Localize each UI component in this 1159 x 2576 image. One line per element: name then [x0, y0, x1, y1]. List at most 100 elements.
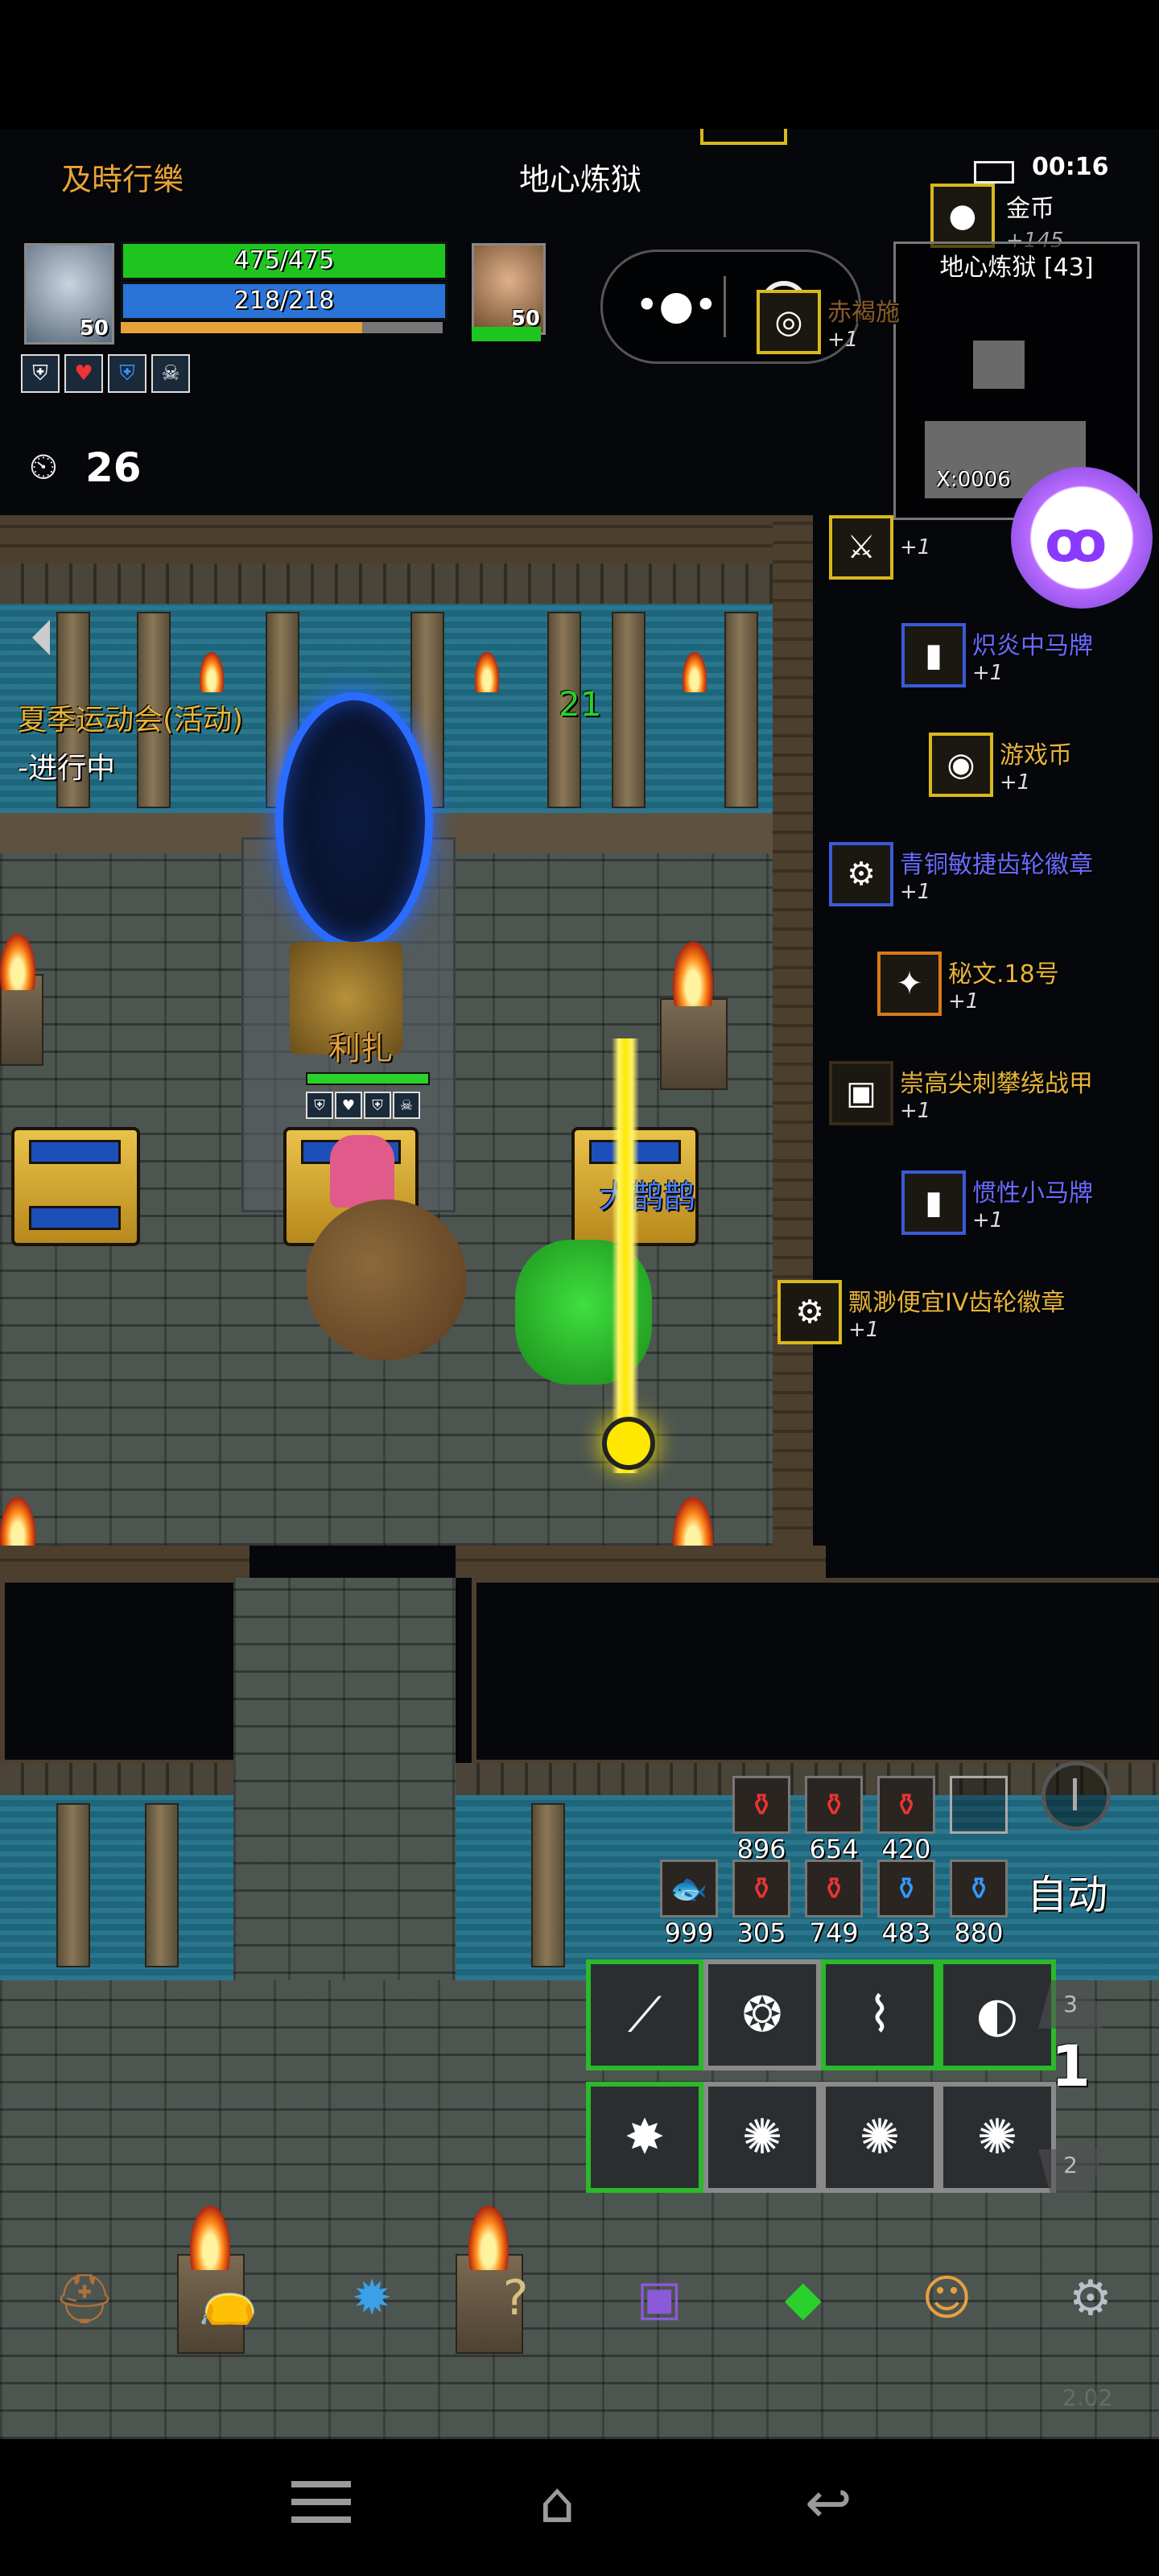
gem-icon[interactable]: ◆ — [767, 2262, 839, 2334]
light-beam — [612, 1038, 639, 1473]
aura-skill-icon[interactable]: ✺ — [821, 2082, 938, 2193]
empty-slot — [950, 1776, 1008, 1834]
loot-name: 崇高尖刺攀绕战甲 — [900, 1070, 1093, 1098]
torch-flame — [468, 2206, 509, 2270]
treasure-chest[interactable] — [11, 1127, 140, 1246]
back-icon[interactable]: ↩ — [805, 2470, 852, 2536]
floating-assistant-icon[interactable]: ꝏ — [1011, 467, 1153, 609]
aura-skill-icon[interactable]: ✺ — [703, 2082, 821, 2193]
skill-tree-icon[interactable]: ✹ — [336, 2262, 408, 2334]
aura-skill-icon[interactable]: ✺ — [938, 2082, 1056, 2193]
quest-icon[interactable]: ? — [480, 2262, 552, 2334]
gear-badge-icon: ⚙ — [829, 842, 893, 906]
auto-toggle[interactable]: 自动 — [1027, 1863, 1107, 1921]
orb-skill-icon[interactable]: ◐ — [938, 1959, 1056, 2070]
wall-torch-flame — [683, 652, 707, 692]
character-icon[interactable]: ☺ — [910, 2262, 983, 2334]
whirlwind-skill-icon[interactable]: ⌇ — [821, 1959, 938, 2070]
shield-icon: ⛨ — [364, 1092, 391, 1119]
helmet-icon[interactable]: ⛑ — [48, 2262, 121, 2334]
heart-icon: ♥ — [335, 1092, 362, 1119]
page-up-number: 3 — [1063, 1991, 1078, 2017]
loot-count: +1 — [827, 328, 859, 352]
potion-slot[interactable]: ⚱ 896 — [732, 1776, 790, 1864]
minimap-title: 地心炼狱 [43] — [939, 254, 1094, 282]
loot-item: ⚙ 青铜敏捷齿轮徽章 +1 — [829, 842, 1093, 906]
bag-icon[interactable]: 👝 — [192, 2262, 265, 2334]
event-title[interactable]: 夏季运动会(活动) — [18, 696, 243, 738]
mp-text: 218/218 — [233, 287, 335, 315]
card-icon: ▮ — [901, 623, 966, 687]
home-icon[interactable]: ⌂ — [539, 2470, 575, 2536]
pillar — [531, 1803, 565, 1967]
burst-skill-icon[interactable]: ✸ — [586, 2082, 703, 2193]
player-level: 50 — [79, 316, 109, 341]
heart-icon[interactable]: ♥ — [64, 354, 103, 393]
fish-icon: 🐟 — [660, 1860, 718, 1918]
loot-name: 惯性小马牌 — [972, 1179, 1093, 1208]
serpent-enemy[interactable] — [306, 1199, 467, 1360]
potion-count: 999 — [664, 1918, 714, 1948]
loot-item: ⚔ +1 — [829, 515, 930, 580]
settings-icon[interactable]: ⚙ — [1054, 2262, 1127, 2334]
gear-badge-icon: ⚙ — [777, 1280, 842, 1344]
loot-count: +1 — [972, 1208, 1004, 1232]
sword-slash-skill-icon[interactable]: ⟋ — [586, 1959, 703, 2070]
loot-item: ◎ 赤褐施 +1 — [757, 290, 900, 354]
room-top-wall — [0, 515, 813, 564]
shield-icon[interactable]: ⛨ — [108, 354, 146, 393]
loot-item: ⚙ 飘渺便宜IV齿轮徽章 +1 — [777, 1280, 1065, 1344]
potion-slot[interactable]: ⚱ 420 — [877, 1776, 935, 1864]
loot-name: 赤褐施 — [827, 299, 900, 327]
target-marker[interactable] — [602, 1417, 655, 1470]
loot-count: +1 — [848, 1318, 880, 1342]
potion-row-1: ⚱ 896 ⚱ 654 ⚱ 420 — [732, 1776, 1008, 1864]
status-bar — [0, 0, 1159, 129]
blue-potion-icon: ⚱ — [950, 1860, 1008, 1918]
gold-label: 金币 — [1006, 195, 1054, 223]
red-potion-icon: ⚱ — [805, 1776, 863, 1834]
shield-icon[interactable]: ⛨ — [21, 354, 60, 393]
loot-name: 飘渺便宜IV齿轮徽章 — [848, 1289, 1066, 1317]
refresh-button[interactable] — [1041, 1761, 1111, 1831]
potion-slot[interactable]: ⚱ 305 — [732, 1860, 790, 1948]
more-menu-icon[interactable]: •●• — [635, 281, 718, 329]
loot-count: +1 — [1000, 770, 1031, 795]
shield-icon: ⛨ — [306, 1092, 333, 1119]
collapse-arrow-icon[interactable] — [32, 620, 50, 655]
skull-icon: ☠ — [393, 1092, 420, 1119]
loot-name: 炽炎中马牌 — [972, 632, 1093, 660]
blue-portal[interactable] — [275, 692, 433, 950]
damage-number: 21 — [559, 684, 602, 724]
spellbook-icon[interactable]: ▣ — [623, 2262, 695, 2334]
potion-slot-empty[interactable] — [950, 1776, 1008, 1864]
loot-count: +1 — [900, 535, 931, 559]
skull-icon[interactable]: ☠ — [151, 354, 190, 393]
minimap-room — [973, 341, 1025, 389]
game-view[interactable]: 夏季运动会(活动) -进行中 利扎 ⛨ ♥ ⛨ ☠ 21 大鹊鹊 及時行樂 50… — [0, 129, 1159, 2439]
armor-icon: ▣ — [829, 1061, 893, 1125]
bottom-menu: ⛑ 👝 ✹ ? ▣ ◆ ☺ ⚙ — [48, 2262, 1127, 2334]
companion-avatar[interactable]: 50 — [472, 243, 546, 335]
wall-torch-flame — [200, 652, 224, 692]
potion-slot[interactable]: 🐟 999 — [660, 1860, 718, 1948]
loot-count: +1 — [900, 1099, 931, 1123]
ring-skill-icon[interactable]: ❂ — [703, 1959, 821, 2070]
pillar — [724, 612, 758, 808]
red-potion-icon: ⚱ — [732, 1860, 790, 1918]
menu-icon[interactable] — [291, 2481, 351, 2529]
potion-count: 483 — [881, 1918, 931, 1948]
player-avatar[interactable]: 50 — [24, 243, 114, 345]
enemy-buffs: ⛨ ♥ ⛨ ☠ — [306, 1092, 420, 1119]
blue-potion-icon: ⚱ — [877, 1860, 935, 1918]
loot-count: +1 — [972, 661, 1004, 685]
potion-slot[interactable]: ⚱ 483 — [877, 1860, 935, 1948]
loot-item-partial — [700, 129, 787, 145]
enemy-rider[interactable] — [330, 1135, 394, 1208]
potion-count: 749 — [809, 1918, 859, 1948]
potion-slot[interactable]: ⚱ 880 — [950, 1860, 1008, 1948]
potion-slot[interactable]: ⚱ 749 — [805, 1860, 863, 1948]
hp-bar: 475/475 — [121, 242, 448, 280]
skill-page-current: 1 — [1051, 2033, 1091, 2099]
potion-slot[interactable]: ⚱ 654 — [805, 1776, 863, 1864]
